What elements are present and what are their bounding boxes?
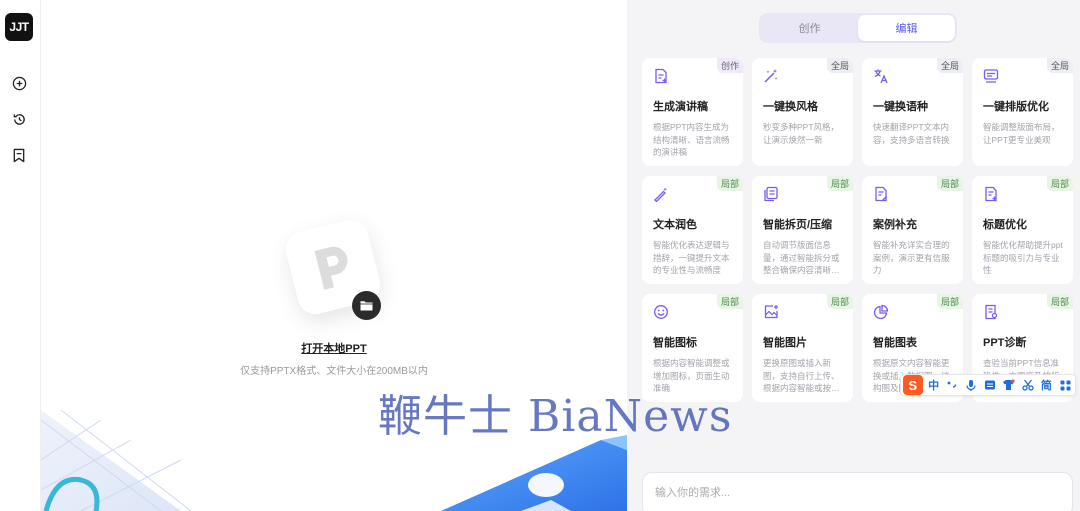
card-badge: 局部 — [936, 294, 963, 309]
card-badge: 局部 — [716, 294, 743, 309]
open-local-ppt-link[interactable]: 打开本地PPT — [41, 340, 627, 356]
card-title: 生成演讲稿 — [653, 101, 708, 113]
watermark: 鞭牛士 BiaNews — [378, 391, 733, 442]
card-badge: 局部 — [826, 294, 853, 309]
skin-shirt-icon[interactable] — [1001, 377, 1017, 393]
card-split-compress[interactable]: 局部 智能拆页/压缩 自动调节版面信息量，通过智能拆分或整合确保内容清晰呈现 — [752, 176, 853, 284]
new-plus-icon[interactable] — [10, 74, 28, 92]
title-doc-icon — [985, 186, 997, 202]
open-folder-button[interactable] — [352, 291, 381, 320]
card-description: 秒变多种PPT风格，让演示焕然一新 — [763, 122, 840, 145]
diagnose-doc-icon — [985, 304, 998, 320]
scissors-icon[interactable] — [1020, 377, 1036, 393]
bookmark-icon[interactable] — [10, 146, 28, 164]
request-input[interactable]: 输入你的需求... — [642, 472, 1073, 511]
layout-icon — [983, 69, 999, 83]
card-badge: 局部 — [826, 176, 853, 191]
text-polish-icon — [654, 187, 667, 203]
card-description: 智能优化帮助提升ppt标题的吸引力与专业性 — [983, 240, 1063, 275]
sidebar: JJT — [0, 0, 41, 511]
microphone-icon[interactable] — [963, 377, 979, 393]
card-description: 更换原图或插入新图，支持自行上传、根据内容智能或按需生成 — [763, 358, 840, 393]
simplified-toggle[interactable]: 简 — [1038, 377, 1054, 393]
keyboard-icon[interactable] — [982, 377, 998, 393]
card-smart-image[interactable]: 局部 智能图片 更换原图或插入新图，支持自行上传、根据内容智能或按需生成 — [752, 294, 853, 402]
mode-switch: 创作 编辑 — [759, 13, 957, 43]
card-title: 一键换语种 — [873, 101, 928, 113]
card-change-language[interactable]: 全局 一键换语种 快速翻译PPT文本内容，支持多语言转换 — [862, 58, 963, 166]
folder-icon — [360, 301, 373, 311]
sogou-logo-icon[interactable]: S — [903, 375, 923, 395]
case-doc-icon — [875, 186, 887, 202]
magic-wand-icon — [764, 69, 778, 83]
grid-menu-icon[interactable] — [1057, 377, 1073, 393]
upload-format-note: 仅支持PPTX格式、文件大小在200MB以内 — [240, 366, 428, 377]
card-description: 智能补充详实合理的案例，演示更有信服力 — [873, 240, 950, 275]
card-title: 文本润色 — [653, 219, 697, 231]
image-add-icon — [764, 305, 778, 319]
ime-lang-toggle[interactable]: 中 — [926, 377, 942, 393]
card-badge: 局部 — [716, 176, 743, 191]
tab-edit[interactable]: 编辑 — [858, 15, 955, 41]
card-badge: 全局 — [936, 58, 963, 73]
card-badge: 局部 — [936, 176, 963, 191]
speech-doc-icon — [655, 68, 667, 84]
tab-create[interactable]: 创作 — [761, 15, 858, 41]
card-description: 根据PPT内容生成为结构清晰、语言流畅的演讲稿 — [653, 122, 730, 157]
card-description: 自动调节版面信息量，通过智能拆分或整合确保内容清晰呈现 — [763, 240, 840, 275]
card-description: 快速翻译PPT文本内容，支持多语言转换 — [873, 122, 950, 145]
card-layout-optimize[interactable]: 全局 一键排版优化 智能调整版面布局，让PPT更专业美观 — [972, 58, 1073, 166]
card-description: 智能优化表达逻辑与措辞，一键提升文本的专业性与流畅度 — [653, 240, 730, 275]
app-window: JJT 打开本地PPT 仅支持PPTX格式、文件大小在200MB以内 创作 编辑… — [0, 0, 1080, 511]
card-badge: 局部 — [1046, 294, 1073, 309]
chart-pie-icon — [873, 304, 889, 320]
ime-toolbar: S 中 简 — [900, 374, 1076, 396]
app-logo[interactable]: JJT — [5, 13, 33, 41]
card-badge: 全局 — [1046, 58, 1073, 73]
card-badge: 全局 — [826, 58, 853, 73]
card-title: 标题优化 — [983, 219, 1027, 231]
card-description: 智能调整版面布局，让PPT更专业美观 — [983, 122, 1060, 145]
card-change-style[interactable]: 全局 一键换风格 秒变多种PPT风格，让演示焕然一新 — [752, 58, 853, 166]
card-title: PPT诊断 — [983, 337, 1027, 349]
history-icon[interactable] — [10, 110, 28, 128]
punctuation-icon[interactable] — [945, 377, 961, 393]
card-title: 智能图片 — [763, 337, 807, 349]
card-case-supplement[interactable]: 局部 案例补充 智能补充详实合理的案例，演示更有信服力 — [862, 176, 963, 284]
card-badge: 局部 — [1046, 176, 1073, 191]
split-pages-icon — [764, 186, 778, 202]
translate-icon — [874, 69, 888, 84]
card-title: 智能拆页/压缩 — [763, 219, 833, 231]
card-title: 智能图标 — [653, 337, 697, 349]
smiley-icon — [654, 305, 668, 319]
card-title: 一键排版优化 — [983, 101, 1049, 113]
feature-grid: 创作 生成演讲稿 根据PPT内容生成为结构清晰、语言流畅的演讲稿 全局 一键换风… — [642, 58, 1074, 402]
card-badge: 创作 — [716, 58, 743, 73]
card-title-optimize[interactable]: 局部 标题优化 智能优化帮助提升ppt标题的吸引力与专业性 — [972, 176, 1073, 284]
card-text-polish[interactable]: 局部 文本润色 智能优化表达逻辑与措辞，一键提升文本的专业性与流畅度 — [642, 176, 743, 284]
card-title: 一键换风格 — [763, 101, 818, 113]
card-title: 智能图表 — [873, 337, 917, 349]
card-title: 案例补充 — [873, 219, 917, 231]
card-generate-speech[interactable]: 创作 生成演讲稿 根据PPT内容生成为结构清晰、语言流畅的演讲稿 — [642, 58, 743, 166]
